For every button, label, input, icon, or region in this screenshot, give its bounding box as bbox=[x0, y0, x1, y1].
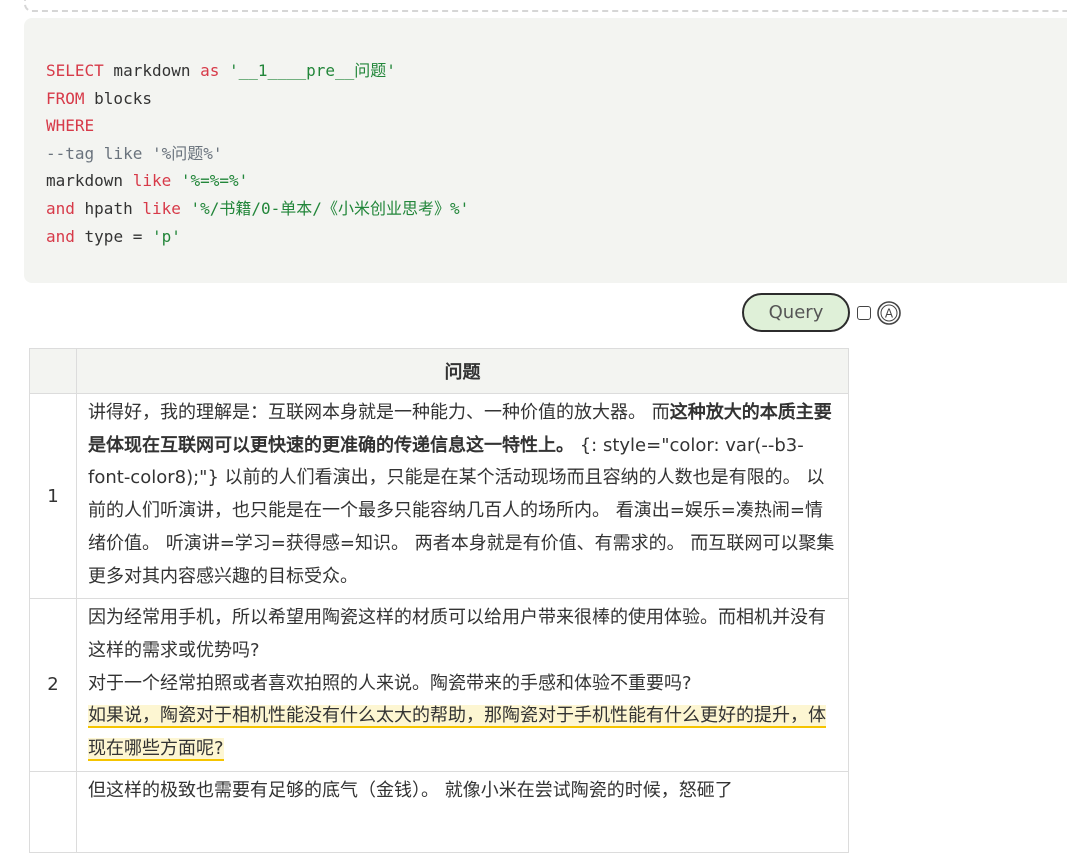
query-result-table: 问题 1 讲得好，我的理解是：互联网本身就是一种能力、一种价值的放大器。 而这种… bbox=[29, 348, 849, 853]
row-highlight-text: 如果说，陶瓷对于相机性能没有什么太大的帮助，那陶瓷对于手机性能有什么更好的提升，… bbox=[88, 705, 826, 762]
sql-text: hpath bbox=[74, 198, 143, 218]
column-header-question: 问题 bbox=[76, 348, 849, 394]
row-index: 2 bbox=[29, 598, 77, 772]
row-text: 对于一个经常拍照或者喜欢拍照的人来说。陶瓷带来的手感和体验不重要吗? bbox=[88, 672, 692, 694]
circle-a-icon[interactable]: A bbox=[876, 300, 902, 326]
sql-text: markdown bbox=[46, 171, 133, 191]
table-row: 1 讲得好，我的理解是：互联网本身就是一种能力、一种价值的放大器。 而这种放大的… bbox=[29, 392, 849, 600]
row-text: 讲得好，我的理解是：互联网本身就是一种能力、一种价值的放大器。 而 bbox=[88, 402, 670, 423]
sql-keyword: SELECT bbox=[46, 61, 104, 80]
sql-keyword: FROM bbox=[46, 88, 85, 108]
sql-code-block[interactable]: SELECT markdown as '__1____pre__问题' FROM… bbox=[24, 18, 1067, 283]
auto-query-checkbox[interactable] bbox=[857, 306, 871, 320]
sql-keyword: and bbox=[46, 226, 75, 246]
sql-keyword: like bbox=[142, 198, 181, 218]
sql-keyword: like bbox=[132, 171, 172, 191]
sql-string: '__1____pre__问题' bbox=[219, 61, 396, 80]
sql-text: type = bbox=[74, 226, 152, 246]
index-column-header bbox=[29, 348, 77, 394]
table-row: 2 因为经常用手机，所以希望用陶瓷这样的材质可以给用户带来很棒的使用体验。而相机… bbox=[29, 598, 849, 772]
svg-text:A: A bbox=[885, 307, 894, 321]
sql-string: '%=%=%' bbox=[171, 171, 249, 191]
row-index: 1 bbox=[29, 392, 77, 600]
row-content[interactable]: 因为经常用手机，所以希望用陶瓷这样的材质可以给用户带来很棒的使用体验。而相机并没… bbox=[76, 598, 849, 772]
table-row: 但这样的极致也需要有足够的底气（金钱）。 就像小米在尝试陶瓷的时候，怒砸了 bbox=[29, 770, 849, 853]
sql-comment: --tag like '%问题%' bbox=[46, 143, 223, 163]
sql-code: SELECT markdown as '__1____pre__问题' FROM… bbox=[46, 57, 469, 250]
sql-string: 'p' bbox=[151, 226, 181, 246]
sql-text: blocks bbox=[84, 88, 152, 108]
row-text: 但这样的极致也需要有足够的底气（金钱）。 就像小米在尝试陶瓷的时候，怒砸了 bbox=[88, 779, 733, 801]
sql-keyword: WHERE bbox=[46, 116, 95, 136]
row-index bbox=[29, 770, 77, 853]
row-text: {: style="color: var(--b3-font-color8);"… bbox=[88, 434, 835, 587]
row-content[interactable]: 讲得好，我的理解是：互联网本身就是一种能力、一种价值的放大器。 而这种放大的本质… bbox=[76, 392, 849, 600]
sql-keyword: as bbox=[200, 61, 220, 80]
sql-keyword: and bbox=[46, 198, 75, 218]
sql-text: markdown bbox=[103, 61, 201, 80]
sql-string: '%/书籍/0-单本/《小米创业思考》%' bbox=[180, 198, 470, 218]
table-header-row: 问题 bbox=[29, 348, 849, 394]
row-text: 因为经常用手机，所以希望用陶瓷这样的材质可以给用户带来很棒的使用体验。而相机并没… bbox=[88, 607, 826, 661]
query-button[interactable]: Query bbox=[742, 293, 850, 332]
row-content[interactable]: 但这样的极致也需要有足够的底气（金钱）。 就像小米在尝试陶瓷的时候，怒砸了 bbox=[76, 770, 849, 853]
previous-block-border bbox=[24, 0, 1067, 12]
